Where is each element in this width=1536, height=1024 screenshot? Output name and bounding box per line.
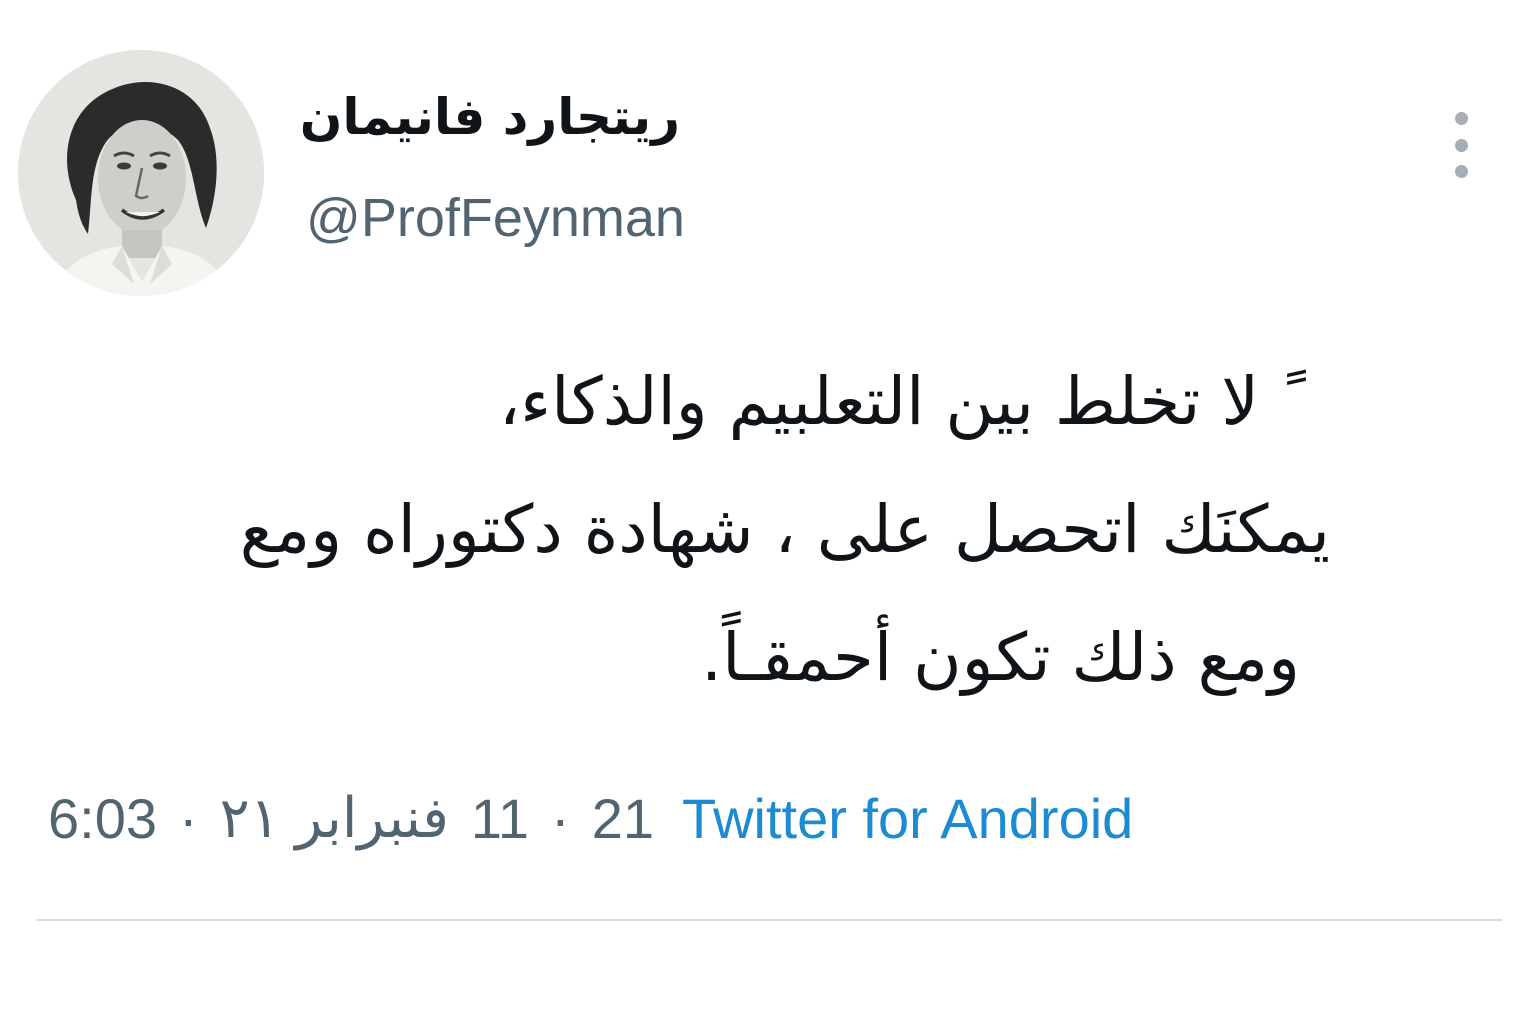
separator: · [551,786,570,850]
tweet-text: ً لا تخلط بين التعلبيم والذكاء، يمكنَك ا… [120,338,1360,722]
source-link[interactable]: Twitter for Android [682,786,1133,851]
tweet-date-year[interactable]: 21 [592,786,654,851]
avatar[interactable] [18,50,264,296]
tweet-line: ومع ذلك تكون أحمقـاً. [701,619,1300,696]
tweet-date-day[interactable]: 11 [471,786,529,851]
tweet-line: يمكنَك اتحصل على ، شهادة دكتوراه ومع [239,491,1330,568]
more-options-button[interactable] [1440,112,1482,178]
tweet-date-month[interactable]: فنبرابر ٢١ [220,785,449,851]
tweet-line: ً لا تخلط بين التعلبيم والذكاء، [498,363,1280,440]
user-handle[interactable]: @ProfFeynman [306,185,685,251]
more-dot-icon [1454,165,1468,178]
tweet-time[interactable]: 6:03 [48,786,157,851]
profile-photo-icon [18,50,264,296]
divider [36,919,1502,921]
more-dot-icon [1454,112,1468,125]
display-name[interactable]: ريتجارد فانيمان [300,82,680,152]
tweet-card: ريتجارد فانيمان @ProfFeynman ً لا تخلط ب… [0,0,1536,1024]
more-dot-icon [1454,138,1468,152]
tweet-metadata: 6:03 · فنبرابر ٢١ 11 · 21 Twitter for An… [48,782,1133,854]
separator: · [179,786,198,850]
